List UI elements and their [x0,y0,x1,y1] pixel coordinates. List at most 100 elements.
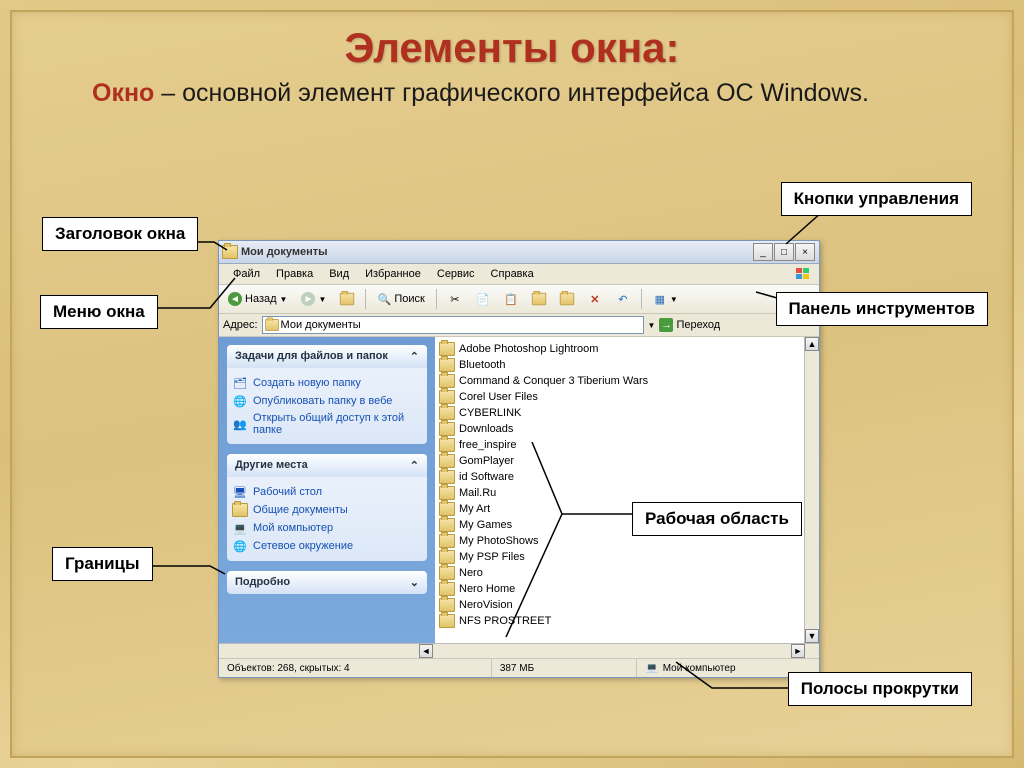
folder-icon [439,518,455,532]
status-objects: Объектов: 268, скрытых: 4 [219,659,492,677]
list-item[interactable]: Mail.Ru [437,485,802,501]
maximize-button[interactable]: □ [774,243,794,261]
callout-toolbar: Панель инструментов [776,292,989,326]
file-name: My PhotoShows [459,535,538,547]
list-item[interactable]: Corel User Files [437,389,802,405]
folder-icon [439,438,455,452]
task-share[interactable]: 👥Открыть общий доступ к этой папке [233,410,421,438]
cut-button[interactable]: ✂ [443,289,467,309]
callout-titlebar: Заголовок окна [42,217,198,251]
address-input[interactable] [262,316,644,334]
go-button[interactable]: → Переход [659,318,720,332]
delete-button[interactable]: ✕ [583,289,607,309]
tasks-sidebar: Задачи для файлов и папок ⌃ 🗂Создать нов… [219,337,435,643]
list-item[interactable]: Nero [437,565,802,581]
menu-help[interactable]: Справка [483,266,542,282]
place-my-computer[interactable]: 💻Мой компьютер [233,519,421,537]
places-panel-header[interactable]: Другие места ⌃ [227,454,427,477]
folder-icon [439,454,455,468]
place-label: Общие документы [253,504,348,516]
place-shared-docs[interactable]: Общие документы [233,501,421,519]
details-header-label: Подробно [235,576,290,589]
search-button[interactable]: 🔍 Поиск [372,289,429,309]
task-new-folder[interactable]: 🗂Создать новую папку [233,374,421,392]
back-button[interactable]: ◄ Назад ▼ [223,289,292,309]
menu-favorites[interactable]: Избранное [357,266,429,282]
task-label: Открыть общий доступ к этой папке [253,412,421,436]
folder-icon [439,614,455,628]
file-name: Command & Conquer 3 Tiberium Wars [459,375,648,387]
list-item[interactable]: Downloads [437,421,802,437]
file-name: Adobe Photoshop Lightroom [459,343,598,355]
list-item[interactable]: Adobe Photoshop Lightroom [437,341,802,357]
go-label: Переход [676,319,720,331]
menu-tools[interactable]: Сервис [429,266,483,282]
folder-icon [265,318,279,332]
scroll-right-icon[interactable]: ► [791,644,805,658]
list-item[interactable]: Bluetooth [437,357,802,373]
list-item[interactable]: NeroVision [437,597,802,613]
back-label: Назад [245,293,277,305]
titlebar[interactable]: Мои документы _ □ × [219,241,819,264]
views-icon: ▦ [653,292,667,306]
copy-button[interactable]: 📄 [471,289,495,309]
place-network[interactable]: 🌐Сетевое окружение [233,537,421,555]
go-arrow-icon: → [659,318,673,332]
file-name: Downloads [459,423,513,435]
list-item[interactable]: Nero Home [437,581,802,597]
computer-icon: 💻 [645,661,659,675]
window-controls: _ □ × [753,243,815,261]
list-item[interactable]: My PSP Files [437,549,802,565]
address-bar: Адрес: ▼ → Переход [219,314,819,337]
task-publish[interactable]: 🌐 Опубликовать папку в вебе [233,392,421,410]
list-item[interactable]: id Software [437,469,802,485]
file-list-area[interactable]: Adobe Photoshop Lightroom Bluetooth Comman… [435,337,804,643]
tasks-panel: Задачи для файлов и папок ⌃ 🗂Создать нов… [227,345,427,444]
menu-view[interactable]: Вид [321,266,357,282]
menu-file[interactable]: Файл [225,266,268,282]
list-item[interactable]: NFS PROSTREET [437,613,802,629]
place-desktop[interactable]: 🖥Рабочий стол [233,483,421,501]
address-dropdown-icon[interactable]: ▼ [648,321,656,330]
up-button[interactable] [335,289,359,309]
list-item[interactable]: GomPlayer [437,453,802,469]
copy-to-button[interactable] [555,289,579,309]
paste-button[interactable]: 📋 [499,289,523,309]
expand-icon: ⌄ [410,576,419,589]
minimize-button[interactable]: _ [753,243,773,261]
folder-icon [439,422,455,436]
delete-icon: ✕ [588,292,602,306]
task-label: Опубликовать папку в вебе [253,395,392,407]
list-item[interactable]: free_inspire [437,437,802,453]
menu-bar: Файл Правка Вид Избранное Сервис Справка [219,264,819,285]
folder-icon [439,406,455,420]
folder-icon [439,486,455,500]
forward-arrow-icon: ► [301,292,315,306]
folder-move-icon [532,292,546,306]
folder-icon [439,550,455,564]
globe-icon: 🌐 [233,394,247,408]
file-name: Mail.Ru [459,487,496,499]
copy-icon: 📄 [476,292,490,306]
toolbar: ◄ Назад ▼ ► ▼ 🔍 Поиск ✂ 📄 📋 ✕ ↶ ▦▼ [219,285,819,314]
scroll-up-icon[interactable]: ▲ [805,337,819,351]
folder-icon [439,358,455,372]
slide-paragraph: Окно – основной элемент графического инт… [92,78,952,109]
undo-button[interactable]: ↶ [611,289,635,309]
menu-edit[interactable]: Правка [268,266,321,282]
list-item[interactable]: Command & Conquer 3 Tiberium Wars [437,373,802,389]
folder-icon [439,470,455,484]
horizontal-scrollbar[interactable]: ◄ ► [219,643,819,658]
list-item[interactable]: CYBERLINK [437,405,802,421]
tasks-panel-header[interactable]: Задачи для файлов и папок ⌃ [227,345,427,368]
file-name: Nero Home [459,583,515,595]
forward-button[interactable]: ► ▼ [296,289,331,309]
views-button[interactable]: ▦▼ [648,289,683,309]
scroll-down-icon[interactable]: ▼ [805,629,819,643]
details-panel-header[interactable]: Подробно ⌄ [227,571,427,594]
place-label: Рабочий стол [253,486,322,498]
scroll-left-icon[interactable]: ◄ [419,644,433,658]
vertical-scrollbar[interactable]: ▲ ▼ [804,337,819,643]
move-button[interactable] [527,289,551,309]
close-button[interactable]: × [795,243,815,261]
